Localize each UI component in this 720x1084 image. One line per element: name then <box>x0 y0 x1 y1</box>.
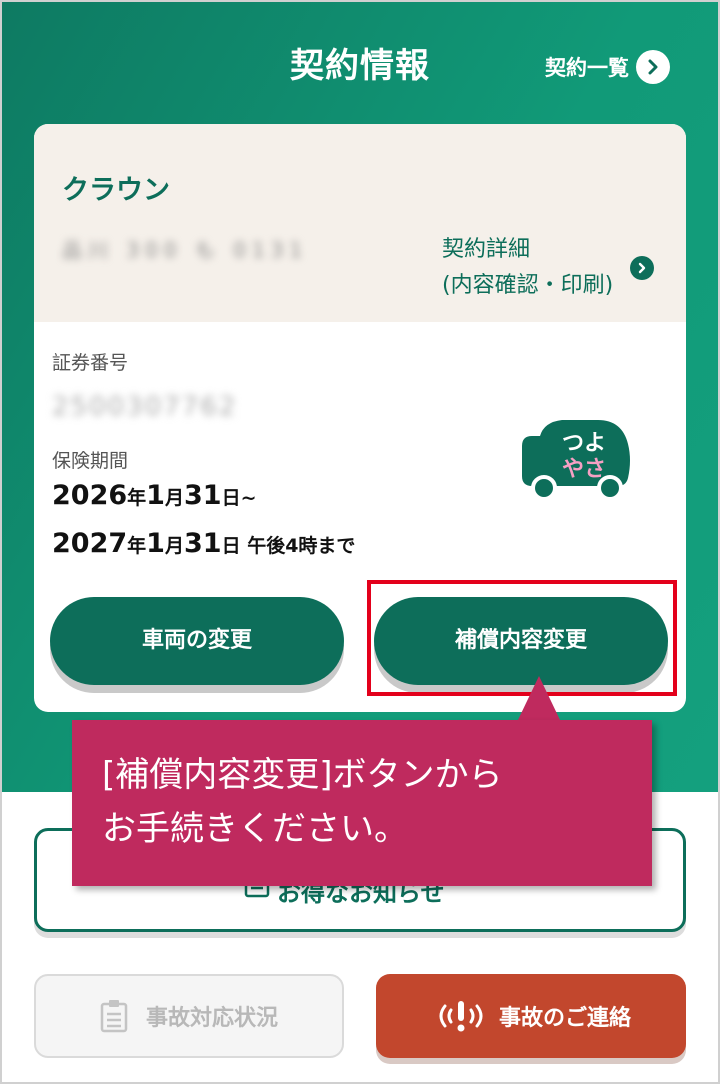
contract-list-link[interactable]: 契約一覧 <box>545 50 670 84</box>
chevron-right-icon <box>630 256 654 280</box>
app-screen: 契約情報 契約一覧 クラウン 品川 300 も 0131 契約詳細 (内容確認・… <box>0 0 720 1084</box>
accident-contact-button[interactable]: 事故のご連絡 <box>376 974 686 1058</box>
callout-pointer <box>517 676 561 722</box>
contract-detail-link[interactable]: 契約詳細 (内容確認・印刷) <box>442 232 654 304</box>
period-start: 2026年1月31日~ <box>52 480 257 511</box>
period-end: 2027年1月31日 午後4時まで <box>52 528 356 559</box>
contract-detail-label: 契約詳細 <box>442 237 531 262</box>
instruction-callout: [補償内容変更]ボタンから お手続きください。 <box>72 720 652 886</box>
callout-line-1: [補償内容変更]ボタンから <box>102 755 503 795</box>
clipboard-icon <box>100 1000 128 1033</box>
chevron-right-icon <box>636 50 670 84</box>
badge-text-2: やさ <box>562 457 606 482</box>
tsuyo-yasa-car-icon: つよ やさ <box>522 420 630 501</box>
contract-detail-sublabel: (内容確認・印刷) <box>442 273 614 298</box>
badge-text-1: つよ <box>562 431 606 456</box>
vehicle-change-button[interactable]: 車両の変更 <box>50 597 344 685</box>
contract-list-label: 契約一覧 <box>545 56 629 80</box>
alert-signal-icon <box>439 1001 483 1032</box>
callout-line-2: お手続きください。 <box>102 809 408 849</box>
car-name: クラウン <box>62 175 170 206</box>
period-label: 保険期間 <box>52 450 129 472</box>
policy-number-label: 証券番号 <box>52 352 129 374</box>
accident-status-button[interactable]: 事故対応状況 <box>34 974 344 1058</box>
policy-number: 2500307762 <box>52 392 238 422</box>
license-plate: 品川 300 も 0131 <box>62 238 309 262</box>
accident-contact-label: 事故のご連絡 <box>498 1006 631 1031</box>
accident-status-label: 事故対応状況 <box>145 1006 278 1031</box>
